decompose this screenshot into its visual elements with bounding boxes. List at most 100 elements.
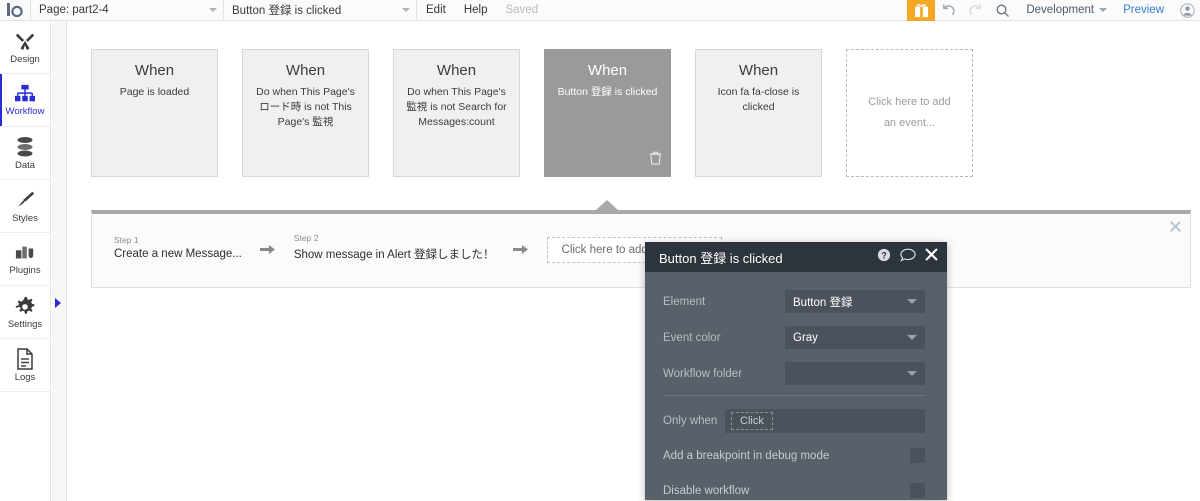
only-when-row: Only when Click [663,406,925,436]
sidebar-item-label: Plugins [9,264,41,276]
popup-header: Button 登録 is clicked ? [645,242,947,272]
sidebar-item-workflow[interactable]: Workflow [0,74,50,127]
sidebar-item-label: Settings [7,318,43,330]
event-when-label: When [134,62,175,79]
property-label: Event color [663,331,721,344]
add-event-label: Click here to add an event... [868,96,951,129]
event-card[interactable]: When Do when This Page's ロード時 is not Thi… [242,49,369,177]
divider [663,395,925,396]
plugins-icon [15,246,34,259]
workflow-tree-icon [15,84,35,102]
chevron-down-icon [907,299,917,304]
popup-title: Button 登録 is clicked [659,250,783,266]
disable-workflow-row[interactable]: Disable workflow [663,475,925,501]
chevron-down-icon [402,8,410,12]
element-dropdown-value: Button 登録 [793,296,853,309]
breakpoint-row[interactable]: Add a breakpoint in debug mode [663,440,925,471]
workflow-selector-label: Button 登録 is clicked [232,5,342,17]
version-selector[interactable]: Development [1016,4,1113,16]
event-description: Do when This Page's ロード時 is not This Pag… [256,86,355,129]
event-card[interactable]: When Do when This Page's 監視 is not Searc… [393,49,520,177]
sidebar-item-data[interactable]: Data [0,127,50,180]
help-button[interactable]: ? [877,248,891,267]
event-when-label: When [436,62,477,79]
sidebar-item-label: Logs [14,371,36,383]
design-tools-icon [15,33,35,50]
database-icon [17,136,33,157]
property-label: Workflow folder [663,367,743,380]
event-color-dropdown-value: Gray [793,331,818,344]
event-card[interactable]: When Page is loaded [91,49,218,177]
collapsed-panel-strip [52,21,67,501]
workflow-steps-panel: Step 1 Create a new Message... Step 2 Sh… [91,210,1191,288]
workflow-step[interactable]: Step 1 Create a new Message... [114,235,242,260]
sidebar-item-plugins[interactable]: Plugins [0,233,50,286]
gift-button[interactable] [907,0,936,21]
bubble-logo[interactable] [0,0,30,21]
property-label: Element [663,295,706,308]
disable-workflow-checkbox[interactable] [910,483,925,498]
close-icon [925,248,938,261]
chevron-down-icon [907,371,917,376]
comment-button[interactable] [900,248,916,267]
event-description: Page is loaded [119,86,190,98]
event-cards-row: When Page is loaded When Do when This Pa… [91,49,973,177]
version-label: Development [1026,4,1095,16]
event-card[interactable]: When Icon fa fa-close is clicked [695,49,822,177]
top-toolbar: Page: part2-4 Button 登録 is clicked Edit … [0,0,1200,21]
sidebar-item-label: Styles [12,212,38,224]
avatar[interactable] [1174,2,1200,18]
search-button[interactable] [989,0,1016,21]
close-icon [1170,221,1181,232]
edit-menu[interactable]: Edit [417,0,455,21]
event-when-label: When [738,62,779,79]
only-when-label: Only when [663,415,718,427]
popup-body: Element Button 登録 Event color Gray Workf… [645,272,947,501]
event-properties-popup: Button 登録 is clicked ? Element Button 登録… [645,242,947,500]
undo-icon [943,3,955,15]
close-popup-button[interactable] [925,248,938,266]
arrow-right-icon [509,236,533,259]
only-when-input[interactable]: Click [725,409,925,433]
property-row-element: Element Button 登録 [663,286,925,317]
gear-icon [15,296,35,314]
selected-event-connector [596,200,618,210]
popup-header-icons: ? [877,248,938,267]
disable-workflow-label: Disable workflow [663,484,750,497]
sidebar-item-styles[interactable]: Styles [0,180,50,233]
add-event-card[interactable]: Click here to add an event... [846,49,973,177]
breakpoint-label: Add a breakpoint in debug mode [663,449,830,462]
event-card-selected[interactable]: When Button 登録 is clicked [544,49,671,177]
event-description: Icon fa fa-close is clicked [717,86,800,114]
event-color-dropdown[interactable]: Gray [785,326,925,349]
trash-icon [649,151,662,165]
page-selector[interactable]: Page: part2-4 [31,0,223,21]
sidebar-item-settings[interactable]: Settings [0,286,50,339]
sidebar-item-label: Design [10,53,40,65]
search-icon [996,4,1010,17]
expand-panel-arrow-icon[interactable] [55,298,61,308]
close-steps-panel-button[interactable] [1170,220,1181,234]
event-when-label: When [587,62,628,79]
step-number: Step 1 [114,235,139,245]
save-status: Saved [505,4,539,16]
workflow-selector[interactable]: Button 登録 is clicked [224,0,416,21]
delete-event-button[interactable] [649,151,662,170]
steps-list: Step 1 Create a new Message... Step 2 Sh… [92,214,1190,263]
arrow-right-icon [256,236,280,259]
undo-button[interactable] [935,0,962,21]
workflow-step[interactable]: Step 2 Show message in Alert 登録しました！ [294,233,495,262]
preview-button[interactable]: Preview [1113,4,1174,16]
only-when-value: Click [731,412,773,430]
breakpoint-checkbox[interactable] [910,448,925,463]
sidebar-item-design[interactable]: Design [0,21,50,74]
sidebar-item-logs[interactable]: Logs [0,339,50,392]
workflow-folder-dropdown[interactable] [785,362,925,385]
step-number: Step 2 [293,233,319,243]
chevron-down-icon [907,335,917,340]
redo-button[interactable] [962,0,989,21]
element-dropdown[interactable]: Button 登録 [785,290,925,313]
help-menu[interactable]: Help [455,0,497,21]
sidebar-item-label: Workflow [5,105,45,117]
bubble-editor-window: Page: part2-4 Button 登録 is clicked Edit … [0,0,1200,501]
